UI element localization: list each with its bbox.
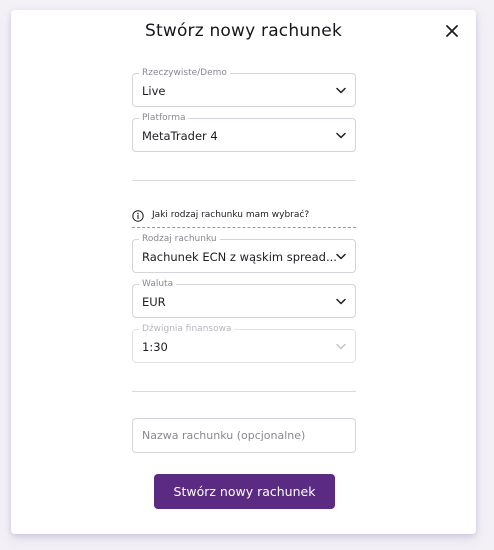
leverage-value: 1:30: [142, 340, 168, 354]
account-type-help-link[interactable]: Jaki rodzaj rachunku mam wybrać?: [132, 208, 356, 224]
close-icon[interactable]: [444, 23, 460, 39]
chevron-down-icon: [336, 343, 346, 350]
chevron-down-icon: [336, 253, 346, 260]
chevron-down-icon: [336, 87, 346, 94]
account-name-input[interactable]: [132, 418, 356, 453]
dialog-title: Stwórz nowy rachunek: [144, 21, 342, 41]
platform-value: MetaTrader 4: [142, 129, 218, 143]
currency-value: EUR: [142, 295, 166, 309]
account-type-help-text: Jaki rodzaj rachunku mam wybrać?: [152, 210, 310, 220]
chevron-down-icon: [336, 132, 346, 139]
account-type-label: Rodzaj rachunku: [139, 233, 220, 245]
platform-select[interactable]: Platforma MetaTrader 4: [132, 112, 356, 152]
account-mode-label: Rzeczywiste/Demo: [139, 67, 230, 79]
account-type-value: Rachunek ECN z wąskim spread...: [142, 250, 337, 264]
dashed-divider: [132, 227, 356, 228]
currency-label: Waluta: [139, 278, 177, 290]
create-account-button[interactable]: Stwórz nowy rachunek: [154, 474, 335, 509]
divider: [132, 180, 356, 181]
divider: [132, 391, 356, 392]
platform-label: Platforma: [139, 112, 189, 124]
create-account-dialog: Stwórz nowy rachunek Rzeczywiste/Demo Li…: [11, 10, 476, 534]
account-type-select[interactable]: Rodzaj rachunku Rachunek ECN z wąskim sp…: [132, 233, 356, 273]
info-icon: [132, 210, 144, 222]
leverage-label: Dźwignia finansowa: [139, 323, 235, 335]
account-mode-value: Live: [142, 84, 166, 98]
chevron-down-icon: [336, 298, 346, 305]
leverage-select: Dźwignia finansowa 1:30: [132, 323, 356, 363]
account-mode-select[interactable]: Rzeczywiste/Demo Live: [132, 67, 356, 107]
currency-select[interactable]: Waluta EUR: [132, 278, 356, 318]
